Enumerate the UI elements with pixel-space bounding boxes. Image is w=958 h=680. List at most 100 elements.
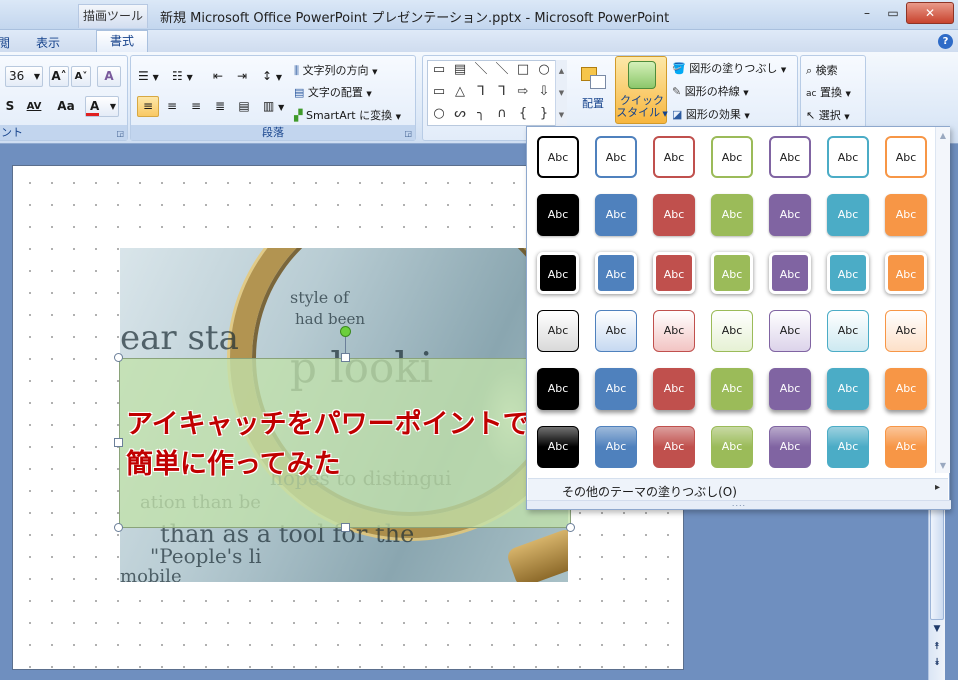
shape-option-icon[interactable]: △ bbox=[451, 84, 469, 100]
quick-style-option[interactable]: Abc bbox=[653, 136, 695, 178]
chevron-down-icon[interactable]: ▼ bbox=[937, 461, 949, 471]
quick-style-option[interactable]: Abc bbox=[769, 136, 811, 178]
resize-handle-bottom-left[interactable] bbox=[114, 523, 123, 532]
replace-button[interactable]: ac 置換 ▼ bbox=[805, 82, 863, 103]
minimize-button[interactable]: – bbox=[856, 4, 878, 22]
chevron-up-icon[interactable]: ▲ bbox=[937, 131, 949, 141]
justify-button[interactable]: ≣ bbox=[209, 96, 231, 117]
shape-option-icon[interactable]: ▭ bbox=[430, 84, 448, 100]
more-theme-fills-item[interactable]: その他のテーマの塗りつぶし(O) ▸ bbox=[528, 478, 948, 500]
resize-handle-top-left[interactable] bbox=[114, 353, 123, 362]
quick-style-option[interactable]: Abc bbox=[711, 310, 753, 352]
dialog-launcher-icon[interactable]: ◲ bbox=[404, 129, 412, 138]
columns-button[interactable]: ▥ ▼ bbox=[259, 96, 287, 117]
tab-view[interactable]: 表示 bbox=[36, 34, 60, 51]
quick-style-option[interactable]: Abc bbox=[537, 368, 579, 410]
quick-style-option[interactable]: Abc bbox=[595, 136, 637, 178]
shape-effects-button[interactable]: ◪ 図形の効果 ▼ bbox=[671, 104, 791, 125]
align-text-button[interactable]: ▤ 文字の配置 ▼ bbox=[293, 82, 411, 103]
quick-style-option[interactable]: Abc bbox=[711, 136, 753, 178]
quick-style-option[interactable]: Abc bbox=[827, 252, 869, 294]
quick-style-option[interactable]: Abc bbox=[653, 310, 695, 352]
quick-style-option[interactable]: Abc bbox=[769, 426, 811, 468]
quick-style-option[interactable]: Abc bbox=[885, 310, 927, 352]
quick-style-option[interactable]: Abc bbox=[827, 368, 869, 410]
resize-handle-top[interactable] bbox=[341, 353, 350, 362]
quick-style-option[interactable]: Abc bbox=[711, 194, 753, 236]
select-button[interactable]: ↖ 選択 ▼ bbox=[805, 105, 863, 126]
quick-style-option[interactable]: Abc bbox=[769, 310, 811, 352]
quick-style-option[interactable]: Abc bbox=[885, 368, 927, 410]
quick-style-option[interactable]: Abc bbox=[885, 252, 927, 294]
shape-fill-button[interactable]: 🪣 図形の塗りつぶし ▼ bbox=[671, 58, 791, 79]
quick-style-option[interactable]: Abc bbox=[595, 310, 637, 352]
shape-option-icon[interactable]: ＼ bbox=[472, 62, 490, 78]
shape-option-icon[interactable]: ∩ bbox=[493, 106, 511, 122]
quick-style-option[interactable]: Abc bbox=[653, 368, 695, 410]
title-textbox[interactable]: アイキャッチをパワーポイントで 簡単に作ってみた bbox=[119, 358, 571, 528]
shape-option-icon[interactable]: ⅂ bbox=[472, 84, 490, 100]
text-shadow-button[interactable]: S bbox=[3, 96, 17, 117]
scroll-down-icon[interactable]: ▼ bbox=[930, 622, 944, 636]
text-direction-button[interactable]: ⫼ 文字列の方向 ▼ bbox=[293, 60, 411, 81]
shape-option-icon[interactable]: ⇩ bbox=[535, 84, 553, 100]
shape-option-icon[interactable]: ＼ bbox=[493, 62, 511, 78]
quick-style-option[interactable]: Abc bbox=[537, 252, 579, 294]
shape-outline-button[interactable]: ✎ 図形の枠線 ▼ bbox=[671, 81, 791, 102]
quick-style-option[interactable]: Abc bbox=[827, 426, 869, 468]
grow-font-button[interactable]: A˄ bbox=[49, 66, 69, 87]
quick-style-option[interactable]: Abc bbox=[537, 310, 579, 352]
quick-style-option[interactable]: Abc bbox=[711, 368, 753, 410]
convert-smartart-button[interactable]: ▞ SmartArt に変換 ▼ bbox=[293, 105, 415, 126]
font-size-select[interactable]: 36 ▼ bbox=[5, 66, 43, 87]
shrink-font-button[interactable]: A˅ bbox=[71, 66, 91, 87]
resize-handle-bottom-right[interactable] bbox=[566, 523, 575, 532]
tab-review[interactable]: 閲 bbox=[0, 34, 10, 51]
quick-style-option[interactable]: Abc bbox=[537, 136, 579, 178]
char-spacing-button[interactable]: AV bbox=[21, 96, 47, 117]
change-case-button[interactable]: Aa bbox=[53, 96, 79, 117]
quick-style-button[interactable]: クイック スタイル ▼ bbox=[615, 56, 668, 124]
quick-style-option[interactable]: Abc bbox=[885, 426, 927, 468]
resize-grip[interactable]: .... bbox=[527, 500, 951, 509]
quick-style-option[interactable]: Abc bbox=[595, 368, 637, 410]
shape-option-icon[interactable]: ⇨ bbox=[514, 84, 532, 100]
shape-option-icon[interactable]: ○ bbox=[535, 62, 553, 78]
line-spacing-button[interactable]: ↕ ▼ bbox=[257, 66, 287, 87]
tab-format[interactable]: 書式 bbox=[96, 30, 148, 52]
shape-option-icon[interactable]: ╮ bbox=[472, 106, 490, 122]
quick-style-option[interactable]: Abc bbox=[769, 252, 811, 294]
numbering-button[interactable]: ☷ ▼ bbox=[171, 66, 201, 87]
quick-style-option[interactable]: Abc bbox=[769, 368, 811, 410]
help-icon[interactable]: ? bbox=[938, 34, 953, 49]
align-center-button[interactable]: ≡ bbox=[161, 96, 183, 117]
quick-style-option[interactable]: Abc bbox=[595, 194, 637, 236]
shape-option-icon[interactable]: □ bbox=[514, 62, 532, 78]
quick-style-option[interactable]: Abc bbox=[827, 136, 869, 178]
bullets-button[interactable]: ☰ ▼ bbox=[137, 66, 167, 87]
next-slide-icon[interactable]: ⯯ bbox=[930, 656, 944, 670]
shape-option-icon[interactable]: ⅂ bbox=[493, 84, 511, 100]
quick-style-option[interactable]: Abc bbox=[827, 310, 869, 352]
quick-style-option[interactable]: Abc bbox=[595, 252, 637, 294]
shape-option-icon[interactable]: ▭ bbox=[430, 62, 448, 78]
slide-heading[interactable]: アイキャッチをパワーポイントで 簡単に作ってみた bbox=[126, 405, 566, 485]
quick-style-option[interactable]: Abc bbox=[769, 194, 811, 236]
align-left-button[interactable]: ≡ bbox=[137, 96, 159, 117]
gallery-scrollbar[interactable] bbox=[935, 127, 950, 473]
decrease-indent-button[interactable]: ⇤ bbox=[207, 66, 229, 87]
quick-style-option[interactable]: Abc bbox=[537, 426, 579, 468]
previous-slide-icon[interactable]: ⯭ bbox=[930, 640, 944, 654]
shapes-gallery-scroll[interactable]: ▲ ▼ ▼ bbox=[555, 60, 567, 126]
quick-style-option[interactable]: Abc bbox=[711, 252, 753, 294]
shape-option-icon[interactable]: ᔕ bbox=[451, 106, 469, 122]
dialog-launcher-icon[interactable]: ◲ bbox=[116, 129, 124, 138]
rotate-handle[interactable] bbox=[340, 326, 351, 337]
quick-style-option[interactable]: Abc bbox=[885, 194, 927, 236]
quick-style-option[interactable]: Abc bbox=[653, 426, 695, 468]
close-button[interactable]: ✕ bbox=[906, 2, 954, 24]
quick-style-option[interactable]: Abc bbox=[827, 194, 869, 236]
clear-format-button[interactable]: A bbox=[97, 66, 121, 87]
find-button[interactable]: ⌕ 検索 bbox=[805, 60, 863, 81]
font-color-button[interactable]: A ▼ bbox=[85, 96, 119, 117]
